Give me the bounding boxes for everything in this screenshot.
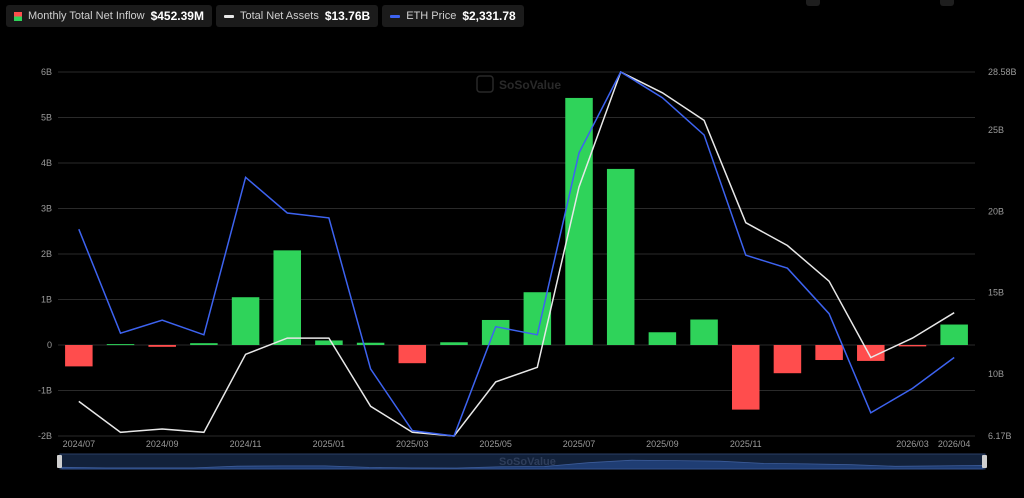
- y-right-tick: 10B: [988, 369, 1004, 379]
- inflow-bar: [481, 319, 510, 345]
- x-tick: 2025/07: [563, 439, 596, 449]
- x-tick: 2025/11: [730, 439, 762, 449]
- watermark-text: SoSoValue: [499, 78, 561, 92]
- y-right-tick: 25B: [988, 125, 1004, 135]
- x-tick: 2025/05: [479, 439, 512, 449]
- y-left-tick: 0: [47, 340, 52, 350]
- inflow-bar: [898, 345, 927, 347]
- grid: [58, 71, 975, 437]
- inflow-bar: [273, 250, 302, 345]
- inflow-bar: [606, 168, 635, 345]
- inflow-bar: [356, 342, 385, 345]
- x-axis: 2024/07 2024/09 2024/11 2025/01 2025/03 2025/…: [63, 439, 971, 449]
- y-axis-right: 6.17B 10B 15B 20B 25B 28.58B: [988, 67, 1017, 441]
- watermark-logo-icon: [476, 75, 494, 93]
- inflow-bar: [648, 332, 677, 345]
- y-left-tick: 4B: [41, 158, 52, 168]
- inflow-bar: [398, 345, 427, 364]
- inflow-bar: [231, 297, 260, 345]
- inflow-bar: [773, 345, 802, 374]
- inflow-bar: [815, 345, 843, 361]
- x-tick: 2024/09: [146, 439, 179, 449]
- x-tick: 2024/07: [63, 439, 96, 449]
- inflow-bar: [65, 345, 93, 367]
- inflow-bar: [106, 344, 135, 346]
- navigator-right-handle[interactable]: [982, 455, 987, 468]
- y-left-tick: -1B: [38, 386, 52, 396]
- inflow-bar: [440, 342, 468, 345]
- x-tick: 2026/03: [896, 439, 929, 449]
- eth-etf-chart: SoSoValue -2B -1B 0 1B 2B 3B 4B 5B 6B 6.17B 10B 15…: [38, 67, 1017, 470]
- y-left-tick: 5B: [41, 113, 52, 123]
- y-left-tick: -2B: [38, 431, 52, 441]
- x-tick: 2025/01: [313, 439, 346, 449]
- y-left-tick: 1B: [41, 295, 52, 305]
- inflow-bar: [690, 319, 718, 345]
- y-right-tick: 15B: [988, 288, 1004, 298]
- x-tick: 2026/04: [938, 439, 971, 449]
- inflow-bar: [731, 345, 760, 410]
- watermark: SoSoValue: [476, 75, 561, 93]
- navigator-watermark: SoSoValue: [499, 456, 556, 468]
- range-navigator: SoSoValue: [57, 453, 987, 470]
- inflow-bar: [148, 345, 176, 347]
- y-right-tick: 28.58B: [988, 67, 1017, 77]
- x-tick: 2025/03: [396, 439, 429, 449]
- inflow-bar: [315, 340, 343, 345]
- x-tick: 2024/11: [230, 439, 262, 449]
- x-tick: 2025/09: [646, 439, 679, 449]
- y-axis-left: -2B -1B 0 1B 2B 3B 4B 5B 6B: [38, 67, 52, 441]
- navigator-left-handle[interactable]: [57, 455, 62, 468]
- inflow-bar: [190, 343, 218, 345]
- y-left-tick: 6B: [41, 67, 52, 77]
- y-right-tick: 6.17B: [988, 431, 1012, 441]
- y-left-tick: 3B: [41, 204, 52, 214]
- inflow-bar: [940, 324, 968, 345]
- y-left-tick: 2B: [41, 249, 52, 259]
- inflow-bar: [523, 292, 552, 345]
- y-right-tick: 20B: [988, 206, 1004, 216]
